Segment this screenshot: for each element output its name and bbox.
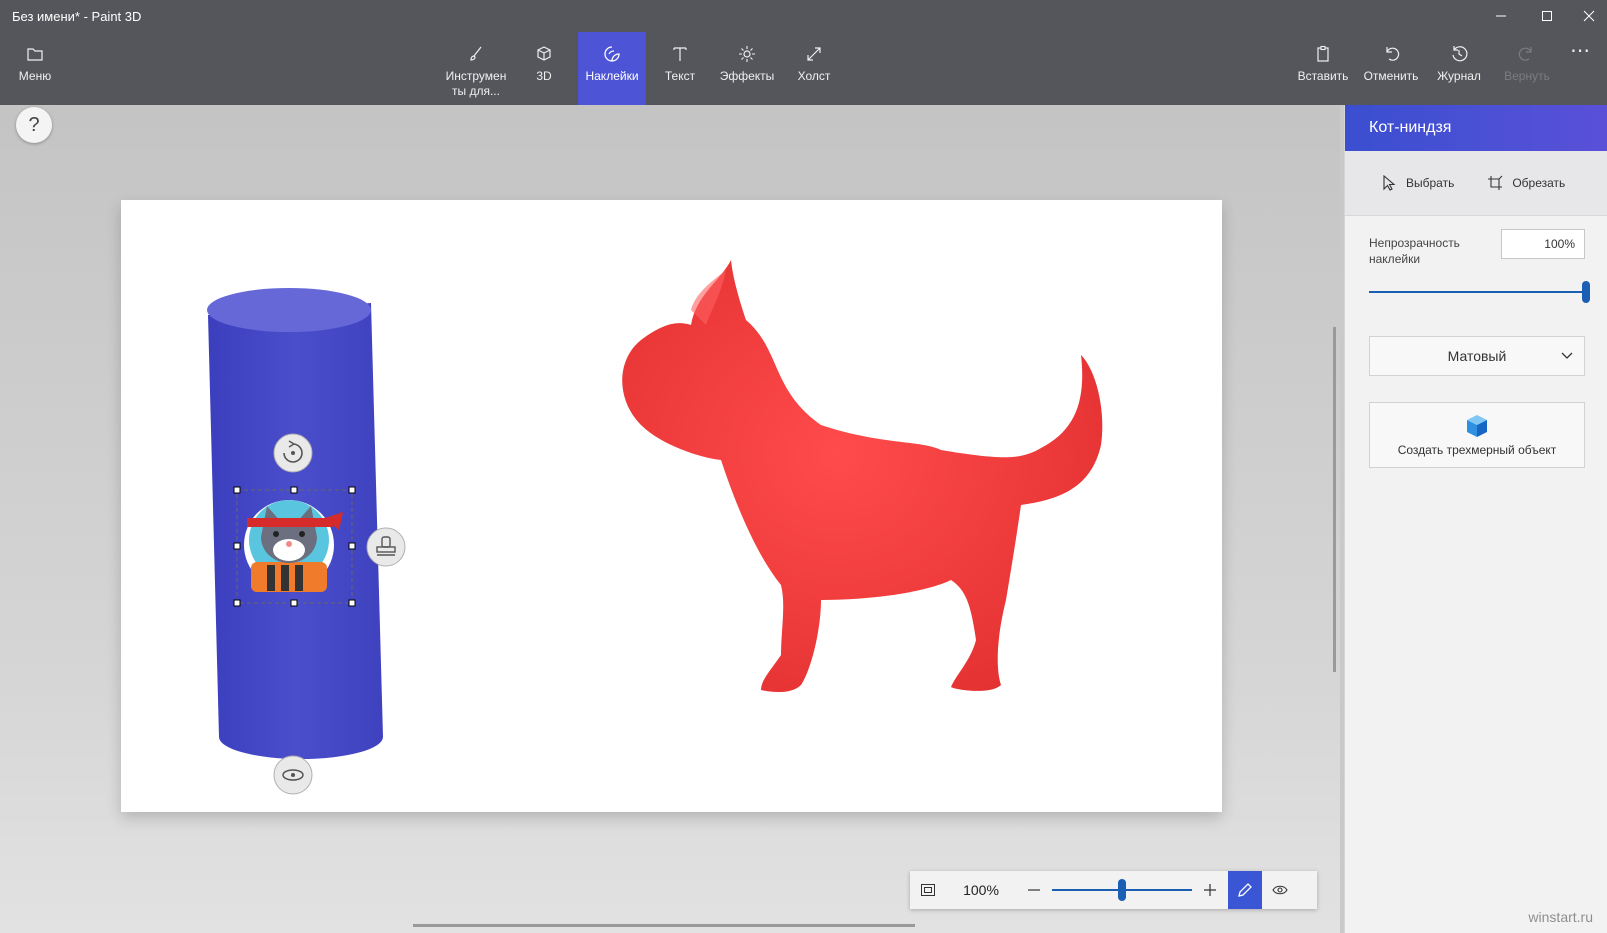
drawing-canvas[interactable] <box>121 200 1222 812</box>
paste-label: Вставить <box>1297 69 1349 83</box>
tool-effects-label: Эффекты <box>719 69 775 83</box>
scene-graphics <box>207 260 1103 795</box>
stamp-icon[interactable] <box>366 527 406 567</box>
menu-button[interactable]: Меню <box>2 32 68 105</box>
brush-icon <box>466 44 486 64</box>
tool-canvas[interactable]: Холст <box>781 32 847 105</box>
finish-dropdown[interactable]: Матовый <box>1369 336 1585 376</box>
undo-icon <box>1381 44 1401 64</box>
tool-effects[interactable]: Эффекты <box>714 32 780 105</box>
make-3d-button[interactable]: Создать трехмерный объект <box>1369 402 1585 468</box>
orbit-handle-icon[interactable] <box>273 755 313 795</box>
cursor-icon <box>1383 175 1396 191</box>
canvas-icon <box>804 44 824 64</box>
tool-canvas-label: Холст <box>797 69 831 83</box>
undo-label: Отменить <box>1363 69 1419 83</box>
zoom-in-button[interactable] <box>1192 871 1228 909</box>
sticker-properties-panel: Кот-ниндзя Выбрать Обрезать Непрозрачнос… <box>1344 105 1607 933</box>
text-icon <box>670 44 690 64</box>
opacity-input[interactable]: 100% <box>1501 229 1585 259</box>
zoom-value: 100% <box>963 882 999 898</box>
rotate-handle-icon[interactable] <box>273 433 313 473</box>
more-button[interactable]: ⋯ <box>1555 32 1605 105</box>
chevron-down-icon <box>1561 352 1573 359</box>
tool-3d[interactable]: 3D <box>511 32 577 105</box>
history-button[interactable]: Журнал <box>1426 32 1492 105</box>
crop-button[interactable]: Обрезать <box>1487 175 1565 191</box>
close-button[interactable] <box>1570 0 1607 32</box>
zoom-out-button[interactable] <box>1016 871 1052 909</box>
help-icon: ? <box>28 113 40 136</box>
fit-to-screen-button[interactable] <box>910 871 946 909</box>
opacity-slider-track <box>1369 291 1586 293</box>
make-3d-label: Создать трехмерный объект <box>1397 443 1557 457</box>
pencil-icon <box>1238 883 1252 897</box>
paste-icon <box>1313 44 1333 64</box>
finish-selected: Матовый <box>1447 348 1507 364</box>
vertical-scrollbar[interactable] <box>1333 327 1336 672</box>
minimize-icon <box>1496 15 1506 17</box>
opacity-slider[interactable] <box>1369 281 1590 303</box>
tool-brushes[interactable]: Инструмен ты для... <box>442 32 510 105</box>
maximize-icon <box>1542 11 1552 21</box>
tool-3d-label: 3D <box>536 69 552 83</box>
tool-text-label: Текст <box>664 69 696 83</box>
tool-stickers[interactable]: Наклейки <box>578 32 646 105</box>
plus-icon <box>1204 884 1216 896</box>
cube-3d-icon <box>1467 415 1487 437</box>
view-mode-button[interactable] <box>1262 871 1298 909</box>
zoom-bar: 100% <box>910 871 1317 909</box>
redo-label: Вернуть <box>1504 69 1550 83</box>
tool-brushes-label: Инструмен ты для... <box>445 69 507 98</box>
minus-icon <box>1028 889 1040 891</box>
zoom-slider[interactable] <box>1052 871 1192 909</box>
fit-screen-icon <box>921 884 935 896</box>
opacity-control: Непрозрачность наклейки 100% <box>1369 229 1587 267</box>
undo-button[interactable]: Отменить <box>1358 32 1424 105</box>
watermark: winstart.ru <box>1528 909 1593 925</box>
help-button[interactable]: ? <box>16 107 52 143</box>
minimize-button[interactable] <box>1478 0 1524 32</box>
menu-label: Меню <box>18 69 52 83</box>
cube-icon <box>534 44 554 64</box>
cat-3d-model[interactable] <box>622 260 1103 693</box>
zoom-slider-thumb[interactable] <box>1118 879 1126 901</box>
eye-icon <box>1272 885 1288 895</box>
paste-button[interactable]: Вставить <box>1290 32 1356 105</box>
redo-button[interactable]: Вернуть <box>1494 32 1560 105</box>
opacity-label: Непрозрачность наклейки <box>1369 236 1460 266</box>
panel-title: Кот-ниндзя <box>1345 105 1607 151</box>
select-button[interactable]: Выбрать <box>1381 175 1454 191</box>
select-label: Выбрать <box>1406 176 1455 190</box>
history-label: Журнал <box>1437 69 1481 83</box>
history-icon <box>1449 44 1469 64</box>
opacity-slider-thumb[interactable] <box>1582 281 1590 303</box>
app-toolbar: Без имени* - Paint 3D Меню Инструмен ты … <box>0 0 1607 105</box>
tool-text[interactable]: Текст <box>647 32 713 105</box>
close-icon <box>1583 10 1594 22</box>
panel-actions: Выбрать Обрезать <box>1345 151 1607 216</box>
sticker-icon <box>602 44 622 64</box>
horizontal-scrollbar[interactable] <box>413 924 915 927</box>
folder-icon <box>25 44 45 64</box>
redo-icon <box>1517 44 1537 64</box>
window-title: Без имени* - Paint 3D <box>12 9 142 24</box>
crop-icon <box>1488 175 1503 190</box>
edit-mode-button[interactable] <box>1228 871 1262 909</box>
more-icon: ⋯ <box>1570 40 1590 62</box>
tool-stickers-label: Наклейки <box>585 69 639 83</box>
maximize-button[interactable] <box>1524 0 1570 32</box>
effects-icon <box>737 44 757 64</box>
crop-label: Обрезать <box>1512 176 1566 190</box>
